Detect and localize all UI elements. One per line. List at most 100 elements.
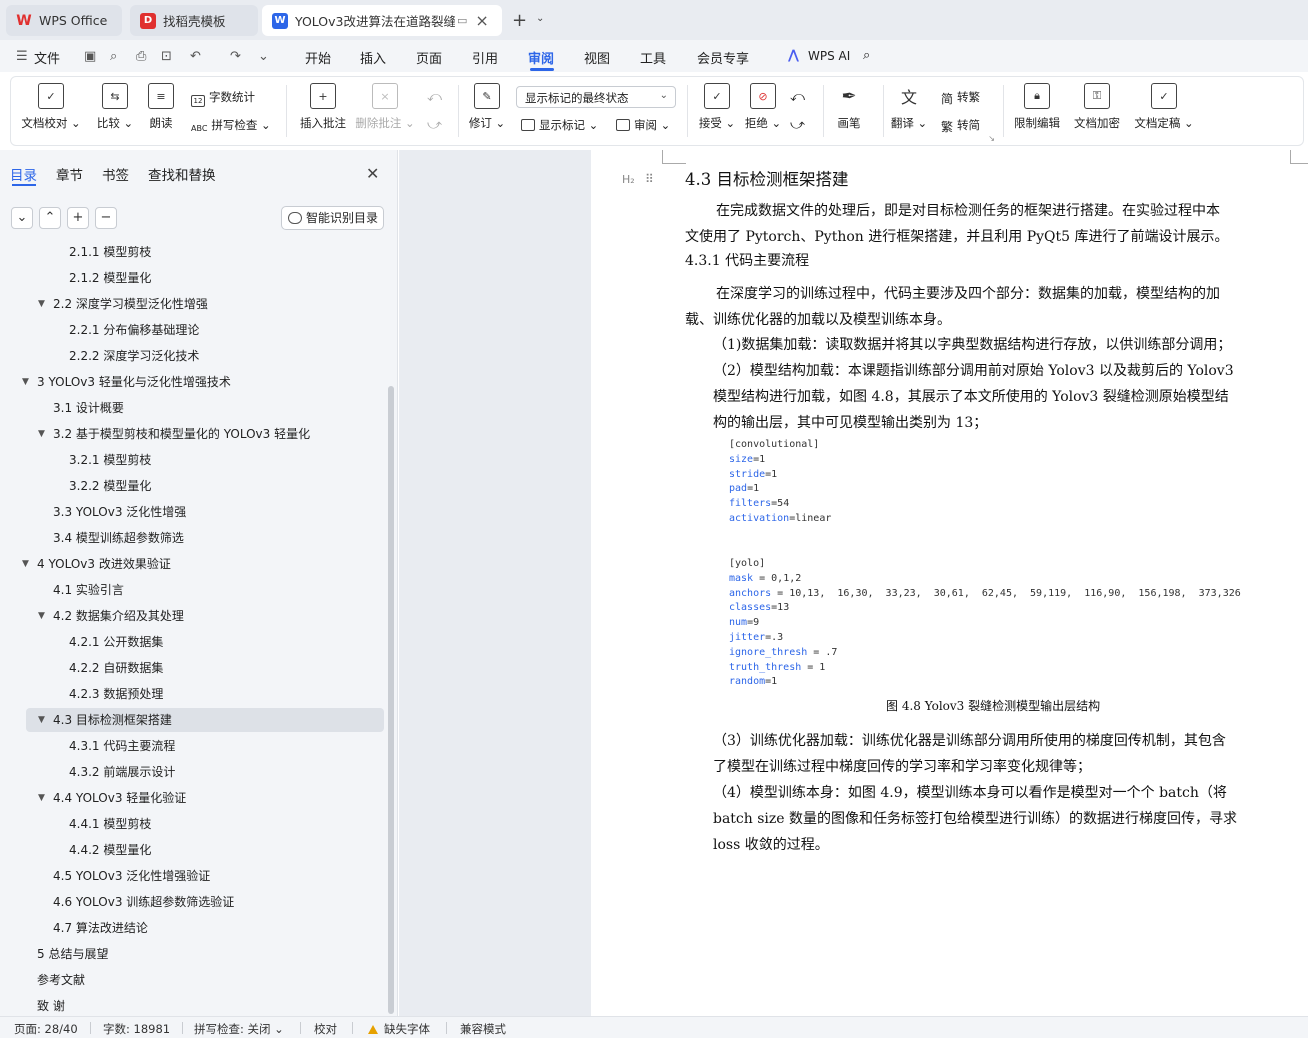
collapse-triangle-icon[interactable]: ▼	[22, 552, 29, 576]
previous-change-icon[interactable]: ⤺	[790, 89, 805, 105]
tab-toc[interactable]: 目录	[10, 164, 37, 184]
toc-item[interactable]: 4.4.1 模型剪枝	[0, 812, 386, 836]
wps-ai-icon[interactable]: ⋀	[788, 48, 799, 63]
menu-insert[interactable]: 插入	[360, 48, 386, 67]
print-icon[interactable]: ⎙	[136, 49, 146, 64]
toc-item[interactable]: 4.4.2 模型量化	[0, 838, 386, 862]
finalize-button[interactable]: ✓ 文档定稿 ⌄	[1129, 83, 1199, 131]
tab-current-document[interactable]: W YOLOv3改进算法在道路裂缝检测中的应用研究 ▭ ×	[262, 5, 502, 36]
chevron-down-icon[interactable]: ⌄	[536, 13, 544, 24]
markup-display-select[interactable]: 显示标记的最终状态 ⌄	[516, 86, 676, 108]
undo-icon[interactable]: ↶	[190, 49, 201, 64]
remove-toc-level-button[interactable]: −	[95, 207, 117, 229]
toc-item[interactable]: 5 总结与展望	[0, 942, 386, 966]
next-change-icon[interactable]: ⤻	[790, 117, 805, 133]
menu-references[interactable]: 引用	[472, 48, 498, 67]
toc-item[interactable]: ▼ 2.2 深度学习模型泛化性增强	[0, 292, 386, 316]
toc-item[interactable]: ▼ 4.2 数据集介绍及其处理	[0, 604, 386, 628]
toc-item[interactable]: 3.2.1 模型剪枝	[0, 448, 386, 472]
toc-item[interactable]: 3.4 模型训练超参数筛选	[0, 526, 386, 550]
dialog-launcher-icon[interactable]: ↘	[988, 134, 995, 143]
collapse-triangle-icon[interactable]: ▼	[38, 708, 45, 732]
to-traditional-button[interactable]: 简转繁	[941, 89, 980, 106]
word-count-button[interactable]: 12 字数统计	[191, 89, 255, 107]
toc-item[interactable]: 4.7 算法改进结论	[0, 916, 386, 940]
insert-comment-button[interactable]: + 插入批注	[293, 83, 353, 131]
spell-check-button[interactable]: ABC 拼写检查 ⌄	[191, 117, 271, 136]
toc-item[interactable]: 4.2.1 公开数据集	[0, 630, 386, 654]
toc-item[interactable]: 3.1 设计概要	[0, 396, 386, 420]
toc-item[interactable]: 4.3.2 前端展示设计	[0, 760, 386, 784]
smart-toc-button[interactable]: 智能识别目录	[281, 206, 384, 230]
toc-item[interactable]: 4.5 YOLOv3 泛化性增强验证	[0, 864, 386, 888]
toc-item[interactable]: 4.6 YOLOv3 训练超参数筛选验证	[0, 890, 386, 914]
toc-item[interactable]: 2.2.2 深度学习泛化技术	[0, 344, 386, 368]
close-tab-icon[interactable]: ×	[475, 11, 488, 30]
missing-font-status[interactable]: 缺失字体	[368, 1021, 430, 1037]
toc-item[interactable]: ▼ 4.3 目标检测框架搭建	[26, 708, 384, 732]
restrict-edit-button[interactable]: 🔒︎ 限制编辑	[1007, 83, 1067, 131]
show-markup-button[interactable]: 显示标记 ⌄	[521, 117, 598, 133]
menu-start[interactable]: 开始	[305, 48, 331, 67]
toc-item[interactable]: ▼ 3 YOLOv3 轻量化与泛化性增强技术	[0, 370, 386, 394]
toc-item[interactable]: 4.1 实验引言	[0, 578, 386, 602]
toc-item[interactable]: ▼ 3.2 基于模型剪枝和模型量化的 YOLOv3 轻量化	[0, 422, 386, 446]
menu-review[interactable]: 审阅	[528, 48, 554, 67]
collapse-triangle-icon[interactable]: ▼	[38, 422, 45, 446]
collapse-triangle-icon[interactable]: ▼	[38, 786, 45, 810]
to-simplified-button[interactable]: 繁转简	[941, 117, 980, 134]
previous-comment-icon[interactable]: ⤺	[427, 89, 442, 105]
review-pane-button[interactable]: 审阅 ⌄	[616, 117, 670, 133]
quick-access-chevron-icon[interactable]: ⌄	[258, 49, 269, 64]
chevron-up-button[interactable]: ⌃	[39, 207, 61, 229]
menu-page[interactable]: 页面	[416, 48, 442, 67]
toc-item[interactable]: 2.1.2 模型量化	[0, 266, 386, 290]
tab-bookmarks[interactable]: 书签	[102, 164, 129, 184]
save-icon[interactable]: ▣	[84, 49, 96, 64]
word-count-status[interactable]: 字数: 18981	[103, 1021, 170, 1037]
toc-item[interactable]: ▼ 4 YOLOv3 改进效果验证	[0, 552, 386, 576]
toc-item[interactable]: 4.2.3 数据预处理	[0, 682, 386, 706]
spell-check-status[interactable]: 拼写检查: 关闭 ⌄	[194, 1021, 284, 1037]
tab-wps-office[interactable]: W WPS Office	[6, 5, 122, 36]
new-tab-icon[interactable]: +	[512, 10, 527, 31]
reject-button[interactable]: ⊘ 拒绝 ⌄	[733, 83, 793, 131]
tab-sections[interactable]: 章节	[56, 164, 83, 184]
encrypt-button[interactable]: ⚿ 文档加密	[1067, 83, 1127, 131]
doc-check-button[interactable]: ✓ 文档校对 ⌄	[21, 83, 81, 131]
drag-handle-icon[interactable]: ⠿	[645, 172, 654, 186]
hamburger-menu-icon[interactable]: ☰	[16, 49, 28, 64]
read-aloud-button[interactable]: ≡ 朗读	[131, 83, 191, 131]
proofread-status[interactable]: 校对	[314, 1021, 337, 1037]
toc-item[interactable]: 2.1.1 模型剪枝	[0, 246, 386, 264]
close-panel-icon[interactable]: ✕	[366, 164, 379, 183]
toc-item[interactable]: 3.3 YOLOv3 泛化性增强	[0, 500, 386, 524]
toc-item[interactable]: 2.2.1 分布偏移基础理论	[0, 318, 386, 342]
toc-item[interactable]: 3.2.2 模型量化	[0, 474, 386, 498]
open-icon[interactable]: ⌕	[110, 49, 117, 64]
page-indicator[interactable]: 页面: 28/40	[14, 1021, 78, 1037]
tab-docer-templates[interactable]: D 找稻壳模板	[130, 5, 258, 36]
collapse-triangle-icon[interactable]: ▼	[22, 370, 29, 394]
monitor-icon[interactable]: ▭	[457, 14, 467, 27]
menu-file[interactable]: 文件	[34, 48, 60, 67]
collapse-triangle-icon[interactable]: ▼	[38, 292, 45, 316]
menu-wps-ai[interactable]: WPS AI	[808, 49, 850, 63]
pen-button[interactable]: ✒ 画笔	[819, 83, 879, 131]
toc-item[interactable]: 致 谢	[0, 994, 386, 1016]
add-toc-level-button[interactable]: +	[67, 207, 89, 229]
toc-item[interactable]: 4.3.1 代码主要流程	[0, 734, 386, 758]
track-changes-button[interactable]: ✎ 修订 ⌄	[457, 83, 517, 131]
redo-icon[interactable]: ↷	[230, 49, 241, 64]
print-preview-icon[interactable]: ⊡	[161, 49, 172, 64]
menu-tools[interactable]: 工具	[640, 48, 666, 67]
tab-find-replace[interactable]: 查找和替换	[148, 164, 216, 184]
translate-button[interactable]: 文 翻译 ⌄	[879, 83, 939, 131]
delete-comment-button[interactable]: × 删除批注 ⌄	[355, 83, 415, 131]
toc-scrollbar[interactable]	[388, 386, 394, 1014]
collapse-triangle-icon[interactable]: ▼	[38, 604, 45, 628]
toc-item[interactable]: ▼ 4.4 YOLOv3 轻量化验证	[0, 786, 386, 810]
toc-item[interactable]: 参考文献	[0, 968, 386, 992]
next-comment-icon[interactable]: ⤻	[427, 117, 442, 133]
menu-view[interactable]: 视图	[584, 48, 610, 67]
